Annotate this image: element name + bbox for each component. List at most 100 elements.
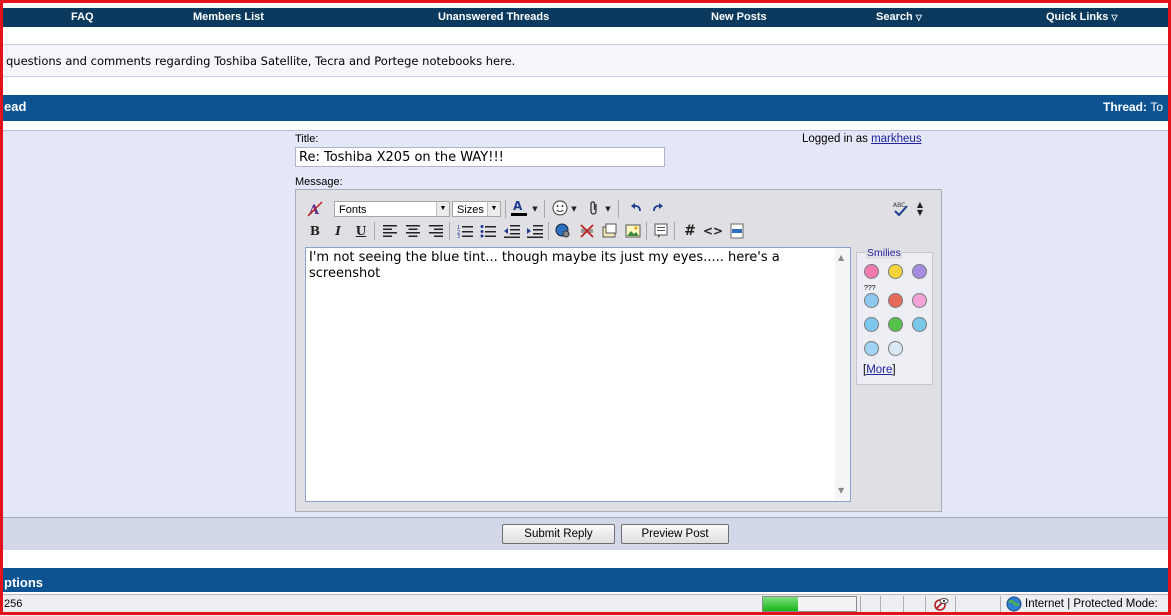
rolleyes-icon[interactable] <box>912 317 927 332</box>
status-divider <box>1000 596 1001 612</box>
remove-formatting-icon[interactable]: A <box>306 200 324 218</box>
title-input[interactable]: Re: Toshiba X205 on the WAY!!! <box>295 147 665 167</box>
username-link[interactable]: markheus <box>871 133 922 145</box>
title-label: Title: <box>295 133 319 145</box>
submit-reply-button[interactable]: Submit Reply <box>502 524 615 544</box>
eek-icon[interactable] <box>888 341 903 356</box>
toolbar-divider <box>548 222 549 240</box>
thread-link[interactable]: Thread: To <box>1103 100 1163 114</box>
scroll-up-icon[interactable]: ▲ <box>838 250 844 266</box>
nav-new-posts[interactable]: New Posts <box>711 11 767 23</box>
font-select[interactable]: Fonts ▼ <box>334 201 450 217</box>
nav-members-list[interactable]: Members List <box>193 11 264 23</box>
nav-quick-links-label: Quick Links <box>1046 11 1109 23</box>
dropdown-arrow-icon: ▽ <box>915 13 922 22</box>
status-divider <box>860 596 861 612</box>
numbered-list-icon[interactable]: 123 <box>456 222 474 240</box>
outdent-icon[interactable] <box>503 222 521 240</box>
more-bracket-close: ] <box>892 364 896 376</box>
reply-header-bar <box>0 95 1171 121</box>
align-right-icon[interactable] <box>427 222 445 240</box>
align-left-icon[interactable] <box>381 222 399 240</box>
size-select-value: Sizes <box>457 204 484 216</box>
chevron-down-icon: ▼ <box>487 202 500 216</box>
smilies-title: Smilies <box>866 247 902 259</box>
tongue-icon[interactable] <box>912 293 927 308</box>
status-divider <box>955 596 956 612</box>
nav-quick-links[interactable]: Quick Links ▽ <box>1046 11 1118 23</box>
wrap-code-button[interactable]: # <box>681 222 699 240</box>
more-smilies-link[interactable]: More <box>866 364 892 376</box>
privacy-icon[interactable] <box>933 596 949 615</box>
chevron-down-icon[interactable]: ▼ <box>603 200 613 218</box>
size-select[interactable]: Sizes ▼ <box>452 201 501 217</box>
indent-icon[interactable] <box>526 222 544 240</box>
svg-text:A: A <box>513 199 523 213</box>
confused-label: ??? <box>864 285 876 292</box>
undo-icon[interactable] <box>627 199 645 217</box>
options-header-title: ptions <box>4 575 43 590</box>
scroll-down-icon[interactable]: ▼ <box>838 483 844 499</box>
toolbar-divider <box>544 200 545 218</box>
insert-link-icon[interactable] <box>554 222 572 240</box>
wrap-html-button[interactable]: <> <box>703 222 723 240</box>
nav-search[interactable]: Search ▽ <box>876 11 922 23</box>
align-center-icon[interactable] <box>404 222 422 240</box>
status-text: 256 <box>4 598 23 610</box>
status-bar <box>0 594 1171 616</box>
resize-toggle-icon[interactable]: ▲ ▼ <box>915 200 925 218</box>
underline-button[interactable]: U <box>352 222 370 240</box>
chevron-down-icon: ▼ <box>436 202 449 216</box>
insert-image-icon[interactable] <box>624 222 642 240</box>
quote-icon[interactable] <box>652 222 670 240</box>
cool-icon[interactable] <box>864 341 879 356</box>
svg-text:3: 3 <box>457 234 460 238</box>
reply-header-title: ead <box>4 99 27 114</box>
thread-title: To <box>1150 100 1164 114</box>
toolbar-divider <box>674 222 675 240</box>
message-label: Message: <box>295 176 343 188</box>
logged-in-prefix: Logged in as <box>802 133 868 145</box>
thread-label: Thread: <box>1103 100 1148 114</box>
remove-link-icon[interactable] <box>578 222 596 240</box>
wrap-php-icon[interactable] <box>728 222 746 240</box>
message-text: I'm not seeing the blue tint... though m… <box>309 250 780 281</box>
nav-faq[interactable]: FAQ <box>71 11 94 23</box>
smile-icon[interactable] <box>864 264 879 279</box>
security-zone[interactable]: Internet | Protected Mode: <box>1025 598 1158 610</box>
chevron-down-icon[interactable]: ▼ <box>530 200 540 218</box>
smiley-menu-icon[interactable] <box>551 199 569 217</box>
happy-icon[interactable] <box>864 317 879 332</box>
status-divider <box>880 596 881 612</box>
toolbar-divider <box>646 222 647 240</box>
nav-search-label: Search <box>876 11 913 23</box>
mad-icon[interactable] <box>888 293 903 308</box>
navbar: FAQ Members List Unanswered Threads New … <box>0 8 1171 27</box>
grin-icon[interactable] <box>888 264 903 279</box>
italic-button[interactable]: I <box>329 222 347 240</box>
logged-in-info: Logged in as markheus <box>802 133 922 145</box>
more-smilies: [More] <box>863 364 896 376</box>
bold-button[interactable]: B <box>306 222 324 240</box>
textarea-scrollbar[interactable]: ▲ ▼ <box>835 248 850 501</box>
bullet-list-icon[interactable] <box>479 222 497 240</box>
forum-description: questions and comments regarding Toshiba… <box>6 54 516 68</box>
attachment-icon[interactable] <box>585 199 603 217</box>
wink-icon[interactable] <box>912 264 927 279</box>
preview-post-button[interactable]: Preview Post <box>621 524 729 544</box>
toolbar-divider <box>449 222 450 240</box>
message-textarea[interactable]: I'm not seeing the blue tint... though m… <box>305 247 851 502</box>
svg-text:ABC: ABC <box>893 202 905 209</box>
toolbar-divider <box>505 200 506 218</box>
text-color-icon[interactable]: A <box>508 199 530 217</box>
status-divider <box>925 596 926 612</box>
redo-icon[interactable] <box>649 199 667 217</box>
confused-icon[interactable] <box>864 293 879 308</box>
insert-email-icon[interactable] <box>601 222 619 240</box>
nav-unanswered-threads[interactable]: Unanswered Threads <box>438 11 549 23</box>
big-grin-icon[interactable] <box>888 317 903 332</box>
dropdown-arrow-icon: ▽ <box>1111 13 1118 22</box>
progress-fill <box>763 597 799 611</box>
chevron-down-icon[interactable]: ▼ <box>569 200 579 218</box>
spell-check-icon[interactable]: ABC <box>892 200 910 218</box>
